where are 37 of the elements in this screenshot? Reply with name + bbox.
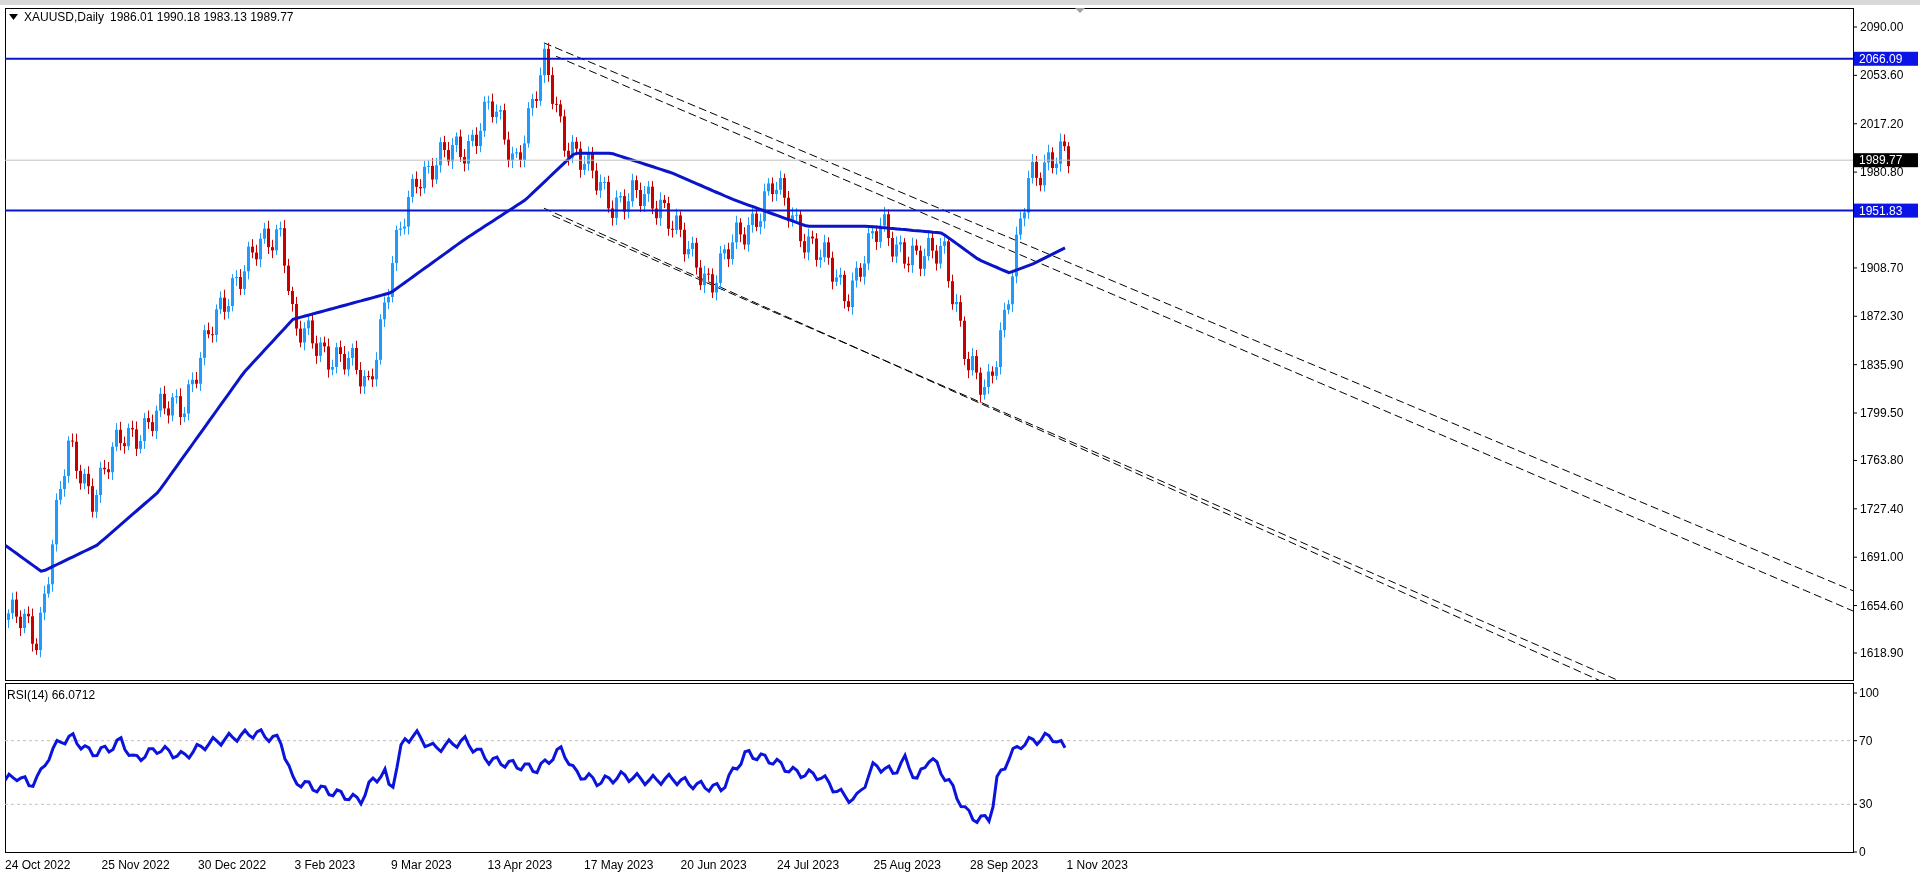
price-axis-label: 1618.90 (1860, 646, 1904, 660)
rsi-indicator-label: RSI(14) 66.0712 (7, 688, 96, 702)
date-axis-label: 30 Dec 2022 (198, 858, 268, 872)
price-tag: 1989.77 (1854, 153, 1918, 168)
price-axis-label: 2017.20 (1860, 116, 1904, 131)
date-axis-label: 24 Oct 2022 (5, 858, 72, 872)
ohlc-values: 1986.01 1990.18 1983.13 1989.77 (110, 10, 294, 24)
price-axis-label: 2053.60 (1860, 68, 1904, 83)
price-axis-label: 1908.70 (1860, 260, 1904, 275)
date-axis-label: 28 Sep 2023 (970, 858, 1040, 872)
date-axis-label: 13 Apr 2023 (487, 858, 554, 872)
price-axis-label: 1835.90 (1860, 357, 1904, 372)
price-axis-label: 1763.80 (1860, 453, 1904, 468)
date-axis-label: 25 Nov 2022 (101, 858, 171, 872)
price-axis-label: 1872.30 (1860, 309, 1904, 324)
price-axis-label: 2090.00 (1860, 20, 1904, 34)
price-tag: 1951.83 (1854, 203, 1918, 218)
price-axis-label: 1799.50 (1860, 406, 1904, 420)
rsi-axis-label: 100 (1859, 686, 1880, 700)
price-axis-label: 1980.80 (1860, 165, 1904, 180)
rsi-axis-label: 0 (1859, 845, 1866, 859)
date-axis-label: 17 May 2023 (584, 858, 655, 872)
date-axis-label: 1 Nov 2023 (1066, 858, 1129, 872)
rsi-axis-label: 30 (1859, 797, 1873, 812)
rsi-axis-label: 70 (1859, 733, 1873, 748)
date-axis-label: 25 Aug 2023 (873, 858, 942, 872)
dropdown-triangle-icon[interactable] (9, 14, 18, 20)
symbol-label: XAUUSD,Daily (24, 10, 104, 24)
price-axis-label: 1727.40 (1860, 501, 1904, 516)
price-tag: 2066.09 (1854, 51, 1918, 66)
price-axis-label: 1654.60 (1860, 598, 1904, 613)
price-axis-label: 1691.00 (1860, 550, 1904, 565)
date-axis-label: 9 Mar 2023 (391, 858, 453, 872)
date-axis-label: 24 Jul 2023 (777, 858, 841, 872)
date-axis-label: 3 Feb 2023 (294, 858, 357, 872)
date-axis-label: 20 Jun 2023 (680, 858, 748, 872)
chart-shift-marker-icon[interactable] (1075, 8, 1085, 13)
